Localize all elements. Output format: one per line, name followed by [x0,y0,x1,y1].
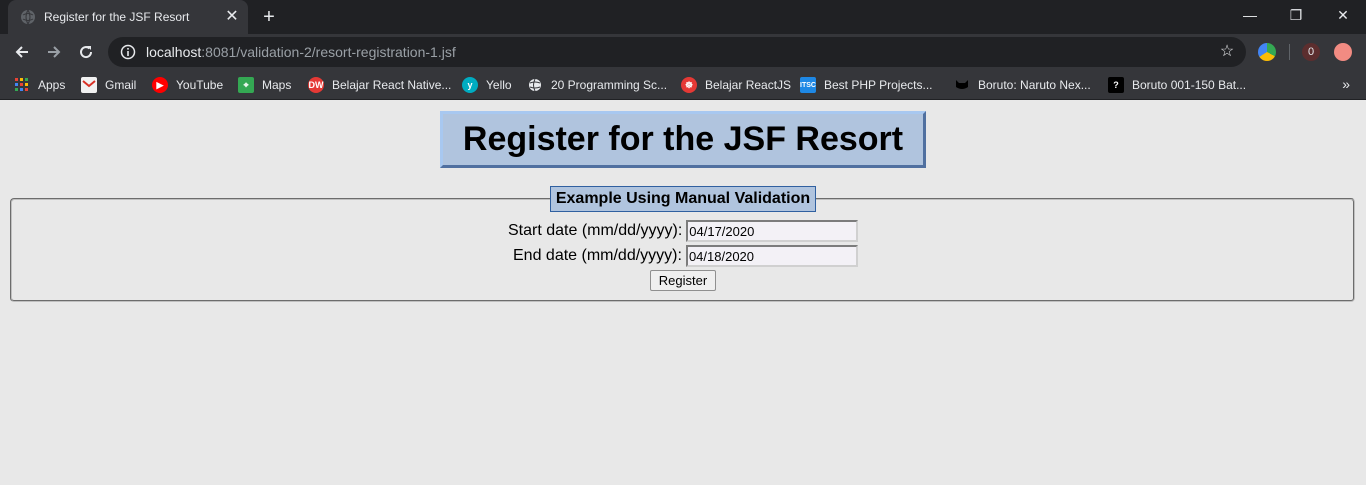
tab-title: Register for the JSF Resort [44,10,190,24]
url-text: localhost:8081/validation-2/resort-regis… [146,44,456,60]
profile-avatar[interactable] [1334,43,1352,61]
bookmark-gmail[interactable]: Gmail [81,75,136,95]
end-date-label: End date (mm/dd/yyyy): [513,247,682,264]
bookmark-label: Apps [38,78,66,92]
bookmark-label: Best PHP Projects... [824,78,933,92]
start-date-input[interactable] [686,220,859,242]
gmail-icon [81,77,97,93]
extension-icon[interactable] [1258,43,1276,61]
bookmark-programming[interactable]: 20 Programming Sc... [527,75,667,95]
back-icon[interactable] [8,38,36,66]
url-host: localhost [146,44,202,60]
page-title: Register for the JSF Resort [440,111,926,168]
react-icon: ☸ [681,77,697,93]
bookmark-label: Boruto 001-150 Bat... [1132,78,1247,92]
new-tab-button[interactable]: + [258,6,280,28]
bookmark-label: Gmail [105,78,137,92]
restore-button[interactable]: ❐ [1273,0,1319,30]
maps-icon: ⌖ [238,77,254,93]
close-window-button[interactable]: ✕ [1320,0,1366,30]
bookmark-boruto-nex[interactable]: Boruto: Naruto Nex... [954,75,1091,95]
address-bar[interactable]: localhost:8081/validation-2/resort-regis… [108,37,1246,67]
browser-toolbar: localhost:8081/validation-2/resort-regis… [0,34,1366,70]
url-path: :8081/validation-2/resort-registration-1… [201,44,456,60]
bookmark-label: Maps [262,78,292,92]
browser-tab[interactable]: Register for the JSF Resort ✕ [8,0,248,34]
bookmark-dw[interactable]: DW Belajar React Native... [308,75,451,95]
globe-icon [527,77,543,93]
bookmark-php[interactable]: ITSC Best PHP Projects... [800,75,933,95]
bookmark-label: 20 Programming Sc... [551,78,668,92]
bookmark-label: YouTube [176,78,224,92]
bookmark-apps[interactable]: Apps [14,75,65,95]
youtube-icon: ▶ [152,77,168,93]
toolbar-divider [1289,44,1290,60]
bookmark-label: Yello [486,78,512,92]
bookmark-label: Boruto: Naruto Nex... [978,78,1091,92]
end-date-input[interactable] [685,245,858,267]
bookmark-yello[interactable]: y Yello [462,75,512,95]
page-content: Register for the JSF Resort Example Usin… [0,101,1366,485]
start-date-label: Start date (mm/dd/yyyy): [508,222,683,239]
bookmark-star-icon[interactable]: ☆ [1218,43,1236,61]
bookmark-reactjs[interactable]: ☸ Belajar ReactJS [681,75,791,95]
info-icon[interactable] [120,44,136,60]
end-date-row: End date (mm/dd/yyyy): [513,245,858,267]
fieldset-legend: Example Using Manual Validation [550,186,816,212]
bookmarks-more-icon[interactable]: » [1342,76,1350,92]
title-bar: Register for the JSF Resort ✕ + — ❐ ✕ [0,0,1366,34]
extension-badge-icon[interactable]: 0 [1302,43,1320,61]
minimize-button[interactable]: — [1227,0,1273,30]
bookmark-label: Belajar React Native... [332,78,452,92]
globe-icon [20,9,36,25]
start-date-row: Start date (mm/dd/yyyy): [508,220,859,242]
cat-icon [954,77,970,93]
bookmark-label: Belajar ReactJS [705,78,792,92]
forward-icon[interactable] [40,38,68,66]
bookmark-boruto-batch[interactable]: ? Boruto 001-150 Bat... [1108,75,1246,95]
yello-icon: y [462,77,478,93]
tab-close-icon[interactable]: ✕ [224,9,240,25]
reload-icon[interactable] [72,38,100,66]
bookmarks-bar: Apps Gmail ▶ YouTube ⌖ Maps DW Belajar R… [0,70,1366,100]
dw-icon: DW [308,77,324,93]
bookmark-youtube[interactable]: ▶ YouTube [152,75,223,95]
question-icon: ? [1108,77,1124,93]
apps-icon [14,77,30,93]
register-button[interactable]: Register [650,270,716,291]
itsc-icon: ITSC [800,77,816,93]
bookmark-maps[interactable]: ⌖ Maps [238,75,291,95]
